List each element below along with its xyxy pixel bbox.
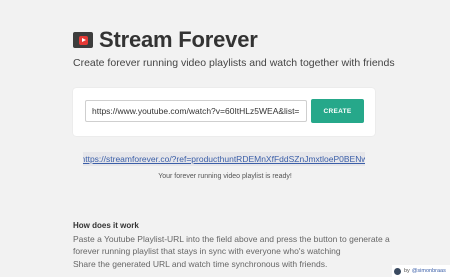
status-message: Your forever running video playlist is r… [158,173,292,180]
page-subtitle: Create forever running video playlists a… [73,57,395,69]
how-it-works-step-1: Paste a Youtube Playlist-URL into the fi… [73,234,390,256]
create-button[interactable]: CREATE [311,99,364,123]
author-credit[interactable]: by @simonbraas [392,265,450,277]
playlist-url-input[interactable] [85,100,307,122]
url-form-card: CREATE [73,88,375,136]
credit-by: by [404,268,410,274]
page-title: Stream Forever [99,27,258,52]
credit-handle[interactable]: @simonbraas [412,268,446,274]
tv-play-icon [73,32,93,48]
avatar [394,267,401,275]
generated-link[interactable]: https://streamforever.co/?ref=producthun… [83,152,365,166]
header: Stream Forever [73,27,258,53]
how-it-works-heading: How does it work [73,221,139,230]
how-it-works-step-2: Share the generated URL and watch time s… [73,259,328,269]
